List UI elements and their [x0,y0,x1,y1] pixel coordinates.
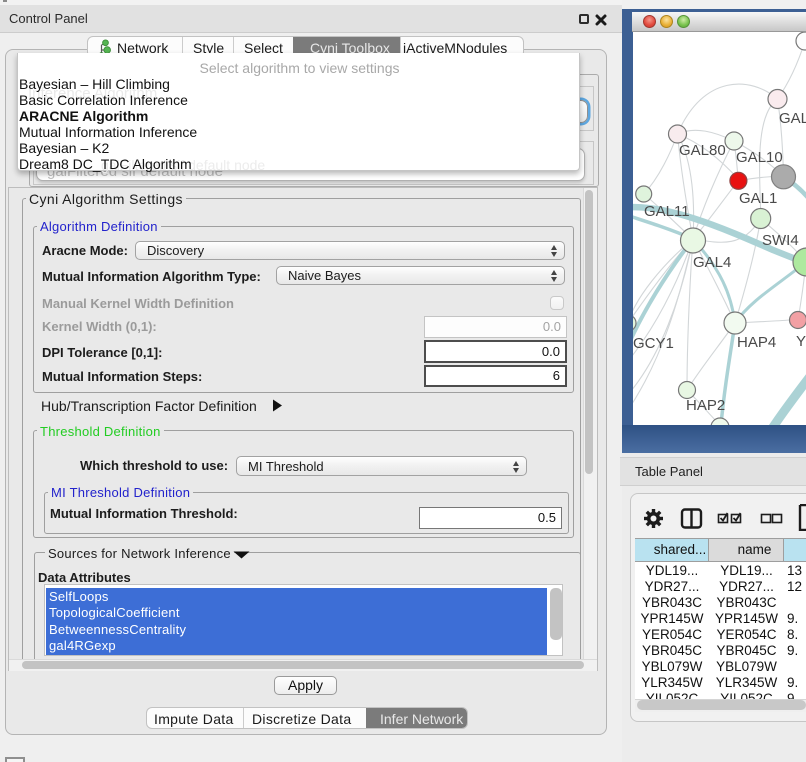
svg-text:HAP2: HAP2 [686,397,725,414]
svg-text:GAL80: GAL80 [679,142,726,159]
svg-text:GAL2: GAL2 [779,110,806,127]
svg-text:GAL1: GAL1 [739,190,777,207]
svg-text:SWI4: SWI4 [762,232,799,249]
svg-text:Y: Y [796,333,806,350]
svg-text:GAL11: GAL11 [644,203,690,220]
svg-text:GAL10: GAL10 [736,149,783,166]
svg-text:GCY1: GCY1 [633,335,674,352]
svg-text:HAP4: HAP4 [737,334,776,351]
svg-text:GAL4: GAL4 [693,254,731,271]
